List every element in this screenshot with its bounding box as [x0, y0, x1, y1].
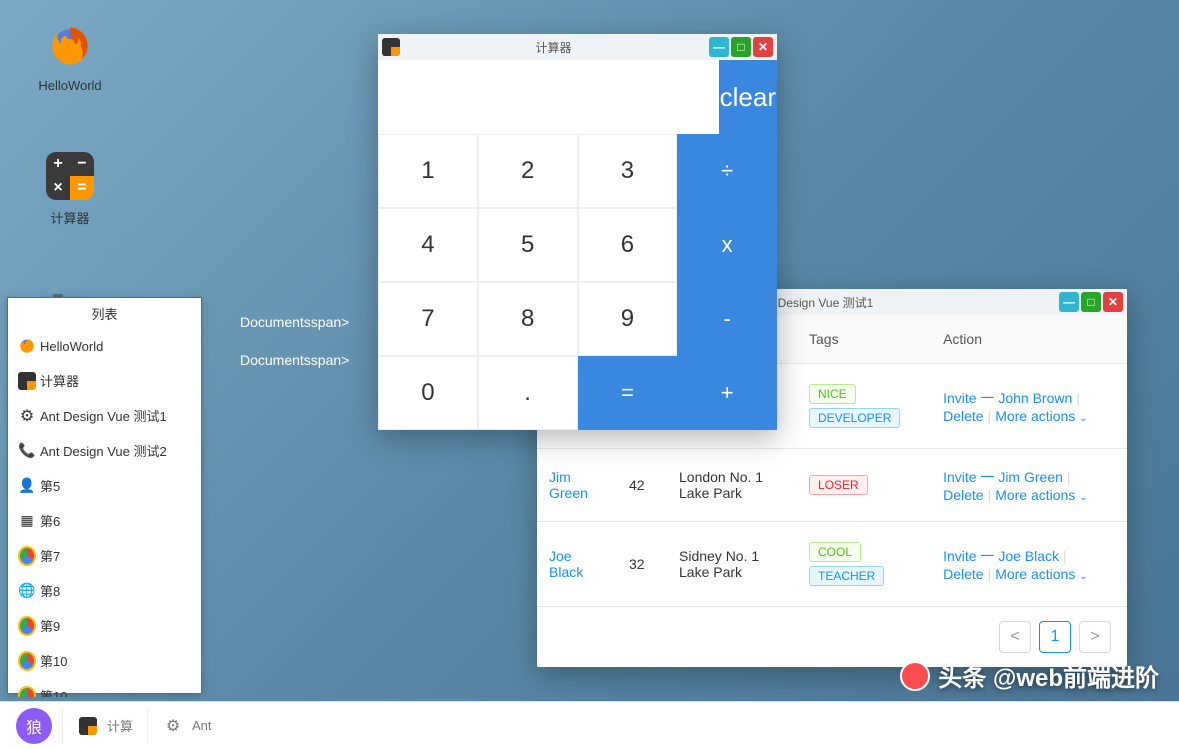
calculator-key-4[interactable]: 4 [378, 208, 478, 282]
taskbar-item[interactable]: ⚙Ant [147, 708, 226, 744]
calculator-icon [382, 38, 400, 56]
list-item[interactable]: 🌐第8 [8, 573, 201, 608]
minimize-button[interactable]: — [709, 37, 729, 57]
chevron-down-icon: ⌄ [1079, 492, 1087, 503]
chrome-icon [18, 547, 36, 565]
more-actions-link[interactable]: More actions ⌄ [995, 487, 1087, 503]
desktop-icon-calculator[interactable]: +− ×= 计算器 [30, 150, 110, 227]
list-panel: 列表 HelloWorld计算器⚙Ant Design Vue 测试1📞Ant … [7, 297, 202, 694]
calculator-key-9[interactable]: 9 [578, 282, 678, 356]
list-item[interactable]: HelloWorld [8, 329, 201, 363]
taskbar: 狼 计算⚙Ant [0, 701, 1179, 749]
tag: NICE [809, 384, 856, 404]
calculator-clear-button[interactable]: clear [719, 60, 777, 134]
tag: COOL [809, 542, 861, 562]
calculator-key-=[interactable]: = [578, 356, 678, 430]
invite-link[interactable]: Invite 一 Jim Green [943, 469, 1063, 485]
delete-link[interactable]: Delete [943, 566, 983, 582]
close-button[interactable]: ✕ [1103, 292, 1123, 312]
globe-icon: 🌐 [18, 582, 36, 600]
list-item[interactable]: 第9 [8, 608, 201, 643]
gear-icon: ⚙ [162, 715, 184, 737]
delete-link[interactable]: Delete [943, 408, 983, 424]
start-button[interactable]: 狼 [16, 708, 52, 744]
maximize-button[interactable]: □ [1081, 292, 1101, 312]
desktop-icon-label: 计算器 [50, 208, 89, 227]
calculator-key-1[interactable]: 1 [378, 134, 478, 208]
firefox-icon [18, 337, 36, 355]
watermark: 头条 @web前端进阶 [900, 658, 1159, 693]
list-item[interactable]: ▦第6 [8, 503, 201, 538]
list-item[interactable]: 第7 [8, 538, 201, 573]
titlebar[interactable]: 计算器 — □ ✕ [378, 34, 777, 60]
calculator-key-8[interactable]: 8 [478, 282, 578, 356]
desktop-icon-label: HelloWorld [38, 78, 101, 93]
list-item[interactable]: 👤第5 [8, 468, 201, 503]
chevron-down-icon: ⌄ [1079, 571, 1087, 582]
more-actions-link[interactable]: More actions ⌄ [995, 408, 1087, 424]
chrome-icon [18, 617, 36, 635]
maximize-button[interactable]: □ [731, 37, 751, 57]
calculator-window: 计算器 — □ ✕ clear 123÷ 456x 789- 0.=+ [378, 34, 777, 430]
name-link[interactable]: JoeBlack [549, 548, 583, 580]
minimize-button[interactable]: — [1059, 292, 1079, 312]
table-row: JimGreen42London No. 1 Lake ParkLOSERInv… [537, 449, 1127, 522]
list-item[interactable]: 计算器 [8, 363, 201, 398]
list-item[interactable]: 第10 [8, 643, 201, 678]
calculator-icon: +− ×= [44, 150, 96, 202]
more-actions-link[interactable]: More actions ⌄ [995, 566, 1087, 582]
list-item[interactable]: 📞Ant Design Vue 测试2 [8, 433, 201, 468]
list-title: 列表 [8, 298, 201, 329]
name-link[interactable]: JimGreen [549, 469, 588, 501]
calculator-key-.[interactable]: . [478, 356, 578, 430]
calculator-key-x[interactable]: x [677, 208, 777, 282]
calculator-key--[interactable]: - [677, 282, 777, 356]
calculator-key-÷[interactable]: ÷ [677, 134, 777, 208]
page-prev-button[interactable]: < [999, 621, 1031, 653]
invite-link[interactable]: Invite 一 Joe Black [943, 548, 1059, 564]
chevron-down-icon: ⌄ [1079, 413, 1087, 424]
window-title: 计算器 [400, 39, 707, 56]
tag: TEACHER [809, 566, 884, 586]
column-header-action: Action [931, 315, 1127, 364]
chrome-icon [18, 652, 36, 670]
calc-icon [77, 715, 99, 737]
firefox-icon [44, 20, 96, 72]
calculator-key-5[interactable]: 5 [478, 208, 578, 282]
box-icon: ▦ [18, 512, 36, 530]
calculator-key-7[interactable]: 7 [378, 282, 478, 356]
calculator-key-0[interactable]: 0 [378, 356, 478, 430]
close-button[interactable]: ✕ [753, 37, 773, 57]
documents-label: Documentsspan> [240, 352, 349, 368]
taskbar-item[interactable]: 计算 [62, 708, 147, 744]
delete-link[interactable]: Delete [943, 487, 983, 503]
calculator-key-2[interactable]: 2 [478, 134, 578, 208]
desktop-icon-firefox[interactable]: HelloWorld [30, 20, 110, 93]
calculator-key-+[interactable]: + [677, 356, 777, 430]
avatar-icon [900, 661, 930, 691]
page-number-button[interactable]: 1 [1039, 621, 1071, 653]
documents-label: Documentsspan> [240, 314, 349, 330]
tag: DEVELOPER [809, 408, 900, 428]
phone-icon: 📞 [18, 442, 36, 460]
tag: LOSER [809, 475, 868, 495]
calc-icon [18, 372, 36, 390]
chrome-icon [18, 687, 36, 698]
calculator-display [378, 60, 633, 134]
calculator-key-3[interactable]: 3 [578, 134, 678, 208]
calculator-key-6[interactable]: 6 [578, 208, 678, 282]
invite-link[interactable]: Invite 一 John Brown [943, 390, 1072, 406]
list-item[interactable]: ⚙Ant Design Vue 测试1 [8, 398, 201, 433]
column-header-tags: Tags [797, 315, 931, 364]
page-next-button[interactable]: > [1079, 621, 1111, 653]
gear-icon: ⚙ [18, 407, 36, 425]
list-item[interactable]: 第10 [8, 678, 201, 697]
table-row: JoeBlack32Sidney No. 1 Lake ParkCOOLTEAC… [537, 522, 1127, 607]
person-icon: 👤 [18, 477, 36, 495]
